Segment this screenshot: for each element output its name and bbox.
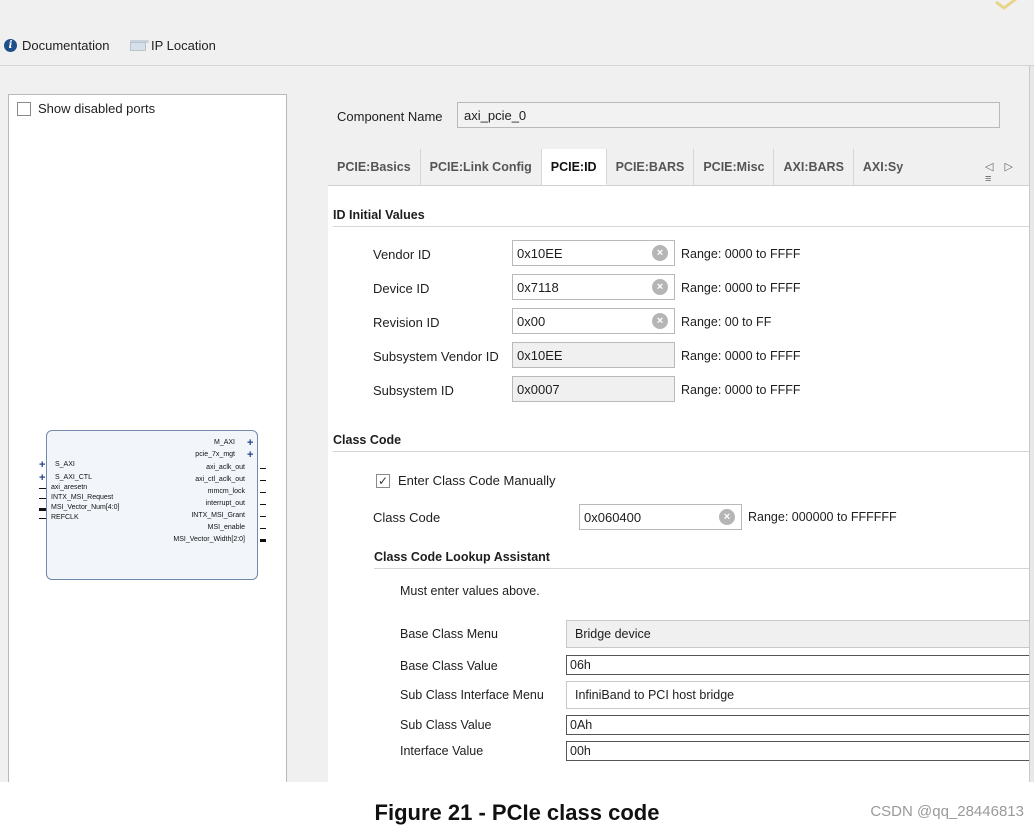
ip-location-button[interactable]: IP Location [130,38,216,53]
ip-block-symbol: + S_AXI + S_AXI_CTL axi_aresetn INTX_MSI… [39,430,266,580]
component-name-input[interactable]: axi_pcie_0 [457,102,1000,128]
enter-class-code-manually-checkbox[interactable]: ✓ Enter Class Code Manually [376,473,556,488]
port-axi-ctl-aclk-out: axi_ctl_aclk_out [195,476,245,483]
device-id-label: Device ID [373,281,430,296]
expand-icon[interactable]: + [39,460,45,471]
show-disabled-ports-checkbox[interactable]: Show disabled ports [17,101,155,116]
sub-class-menu-label: Sub Class Interface Menu [400,688,544,702]
expand-icon[interactable]: + [39,473,45,484]
interface-value-field[interactable]: 00h [566,741,1034,761]
divider [333,451,1034,452]
port-mmcm-lock: mmcm_lock [207,488,245,495]
scrollbar[interactable] [1029,66,1034,782]
pin [39,518,46,520]
documentation-label: Documentation [22,38,110,53]
lookup-note: Must enter values above. [400,584,540,598]
ip-location-label: IP Location [151,38,216,53]
clear-icon[interactable]: × [652,313,668,329]
port-pcie-mgt: pcie_7x_mgt [195,451,235,458]
class-code-lookup-title: Class Code Lookup Assistant [374,550,550,564]
pin [39,498,46,500]
port-interrupt-out: interrupt_out [205,500,245,507]
subsystem-id-label: Subsystem ID [373,383,454,398]
checkmark-icon[interactable]: ✓ [376,473,390,488]
tab-bar: PCIE:Basics PCIE:Link Config PCIE:ID PCI… [328,149,1034,185]
id-initial-values-title: ID Initial Values [333,208,425,222]
divider [333,226,1034,227]
revision-id-range: Range: 00 to FF [681,315,772,329]
pin [39,508,46,511]
watermark: CSDN @qq_28446813 [870,803,1024,820]
device-id-range: Range: 0000 to FFFF [681,281,801,295]
clear-icon[interactable]: × [652,279,668,295]
pin [260,480,266,482]
subsystem-vendor-id-range: Range: 0000 to FFFF [681,349,801,363]
info-icon: i [4,39,17,52]
pin [260,468,266,470]
pin [260,516,266,518]
port-s-axi: S_AXI [55,461,75,468]
port-msi-vector-width: MSI_Vector_Width[2:0] [173,536,245,543]
tab-axi-bars[interactable]: AXI:BARS [774,149,854,185]
vendor-id-input[interactable]: 0x10EE [512,240,675,266]
base-class-value-field[interactable]: 06h [566,655,1034,675]
sub-class-menu-select[interactable]: InfiniBand to PCI host bridge [566,681,1034,709]
pin [260,504,266,506]
pin [39,488,46,490]
component-name-label: Component Name [337,109,443,124]
port-msi-vector-num: MSI_Vector_Num[4:0] [51,504,120,511]
device-id-input[interactable]: 0x7118 [512,274,675,300]
base-class-value-label: Base Class Value [400,659,498,673]
tab-axi-system[interactable]: AXI:Sy [853,149,914,185]
subsystem-vendor-id-input[interactable]: 0x10EE [512,342,675,368]
pin [260,539,266,542]
sub-class-value-field[interactable]: 0Ah [566,715,1034,735]
show-disabled-ports-label: Show disabled ports [38,101,156,116]
class-code-label: Class Code [373,510,441,525]
clear-icon[interactable]: × [719,509,735,525]
class-code-range: Range: 000000 to FFFFFF [748,510,897,524]
subsystem-id-input[interactable]: 0x0007 [512,376,675,402]
subsystem-vendor-id-label: Subsystem Vendor ID [373,349,499,364]
class-code-title: Class Code [333,433,402,447]
port-msi-enable: MSI_enable [207,524,245,531]
enter-class-code-manually-label: Enter Class Code Manually [398,473,556,488]
revision-id-input[interactable]: 0x00 [512,308,675,334]
brand-logo-icon [995,0,1018,10]
interface-value-label: Interface Value [400,744,484,758]
toolbar: i Documentation IP Location [0,0,1034,66]
tab-pcie-link-config[interactable]: PCIE:Link Config [420,149,542,185]
expand-icon[interactable]: + [247,450,253,461]
base-class-menu-select[interactable]: Bridge device [566,620,1034,648]
class-code-input[interactable]: 0x060400 [579,504,742,530]
tab-pcie-id[interactable]: PCIE:ID [541,149,607,185]
clear-icon[interactable]: × [652,245,668,261]
pin [260,492,266,494]
port-intx-msi-grant: INTX_MSI_Grant [191,512,245,519]
divider [374,568,1034,569]
revision-id-label: Revision ID [373,315,440,330]
port-axi-aresetn: axi_aresetn [51,484,88,491]
tab-pcie-misc[interactable]: PCIE:Misc [694,149,775,185]
checkbox-icon[interactable] [17,101,31,116]
expand-icon[interactable]: + [247,438,253,449]
pin [260,528,266,530]
port-axi-aclk-out: axi_aclk_out [206,464,245,471]
port-intx-msi-request: INTX_MSI_Request [51,494,114,501]
vendor-id-label: Vendor ID [373,247,431,262]
port-s-axi-ctl: S_AXI_CTL [55,474,92,481]
base-class-menu-label: Base Class Menu [400,627,498,641]
sub-class-value-label: Sub Class Value [400,718,492,732]
port-m-axi: M_AXI [213,439,235,446]
port-refclk: REFCLK [51,514,79,521]
vendor-id-range: Range: 0000 to FFFF [681,247,801,261]
folder-icon [130,40,149,51]
tab-pcie-bars[interactable]: PCIE:BARS [606,149,695,185]
documentation-button[interactable]: i Documentation [4,38,109,53]
subsystem-id-range: Range: 0000 to FFFF [681,383,801,397]
tab-pcie-basics[interactable]: PCIE:Basics [328,149,421,185]
tab-scroll-controls[interactable]: ◁ ▷ ≡ [985,160,1034,185]
